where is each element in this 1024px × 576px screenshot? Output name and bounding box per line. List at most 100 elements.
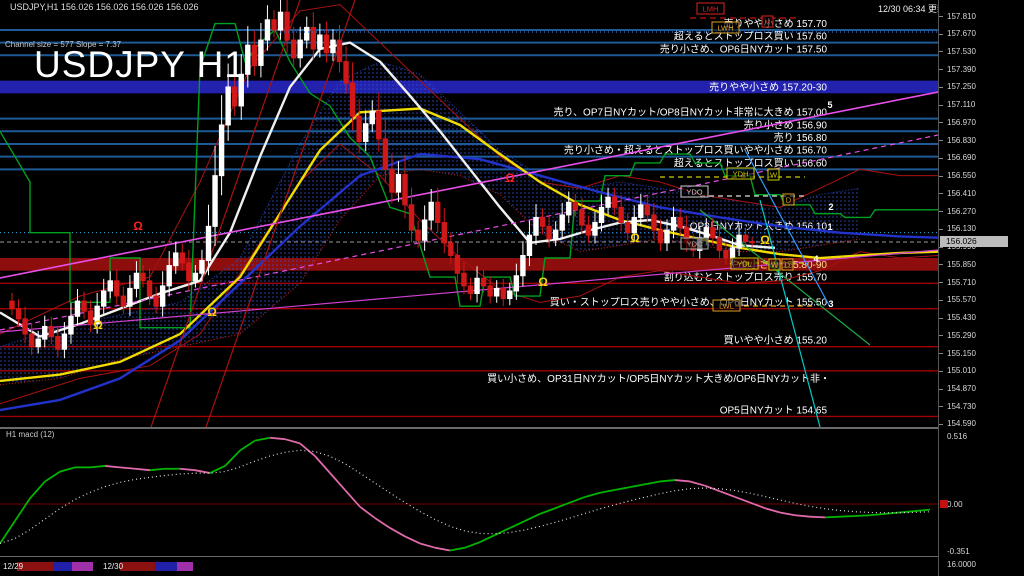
macd-line-segment (660, 480, 675, 481)
macd-line-segment (540, 508, 555, 514)
macd-line-segment (630, 484, 645, 487)
session-segment (177, 562, 193, 571)
macd-line-segment (285, 439, 300, 443)
indicator-scale-bottom: -0.351 (947, 547, 970, 556)
price-label: 155.290 (947, 331, 976, 340)
indicator-scale-top: 0.516 (947, 432, 967, 441)
macd-line-segment (840, 516, 855, 517)
macd-line-segment (780, 512, 795, 515)
macd-line-segment (870, 514, 885, 515)
axis-tick (939, 335, 943, 336)
date-label: 12/29 (3, 562, 23, 571)
price-label: 156.970 (947, 118, 976, 127)
price-label: 154.730 (947, 402, 976, 411)
svg-text:売り、OP7日NYカット/OP8日NYカット非常に大きめ 1: 売り、OP7日NYカット/OP8日NYカット非常に大きめ 157.00 (553, 106, 827, 119)
svg-text:YDC: YDC (687, 240, 703, 249)
axis-tick (939, 158, 943, 159)
macd-line-segment (300, 443, 315, 456)
svg-text:売り小さめ・超えるとストップロス買いやや小さめ 156.70: 売り小さめ・超えるとストップロス買いやや小さめ 156.70 (564, 144, 828, 157)
svg-text:YDH: YDH (733, 170, 749, 179)
macd-line-segment (465, 542, 480, 548)
svg-text:LMH: LMH (703, 5, 719, 14)
trading-chart-window: 売りやや小さめ 157.70超えるとストップロス買い 157.60売り小さめ、O… (0, 0, 1024, 576)
macd-line-segment (600, 490, 615, 493)
axis-tick (939, 51, 943, 52)
indicator-zero-label: 0.00 (947, 500, 963, 509)
svg-text:YDL: YDL (737, 260, 752, 269)
axis-tick (939, 16, 943, 17)
axis-tick (939, 176, 943, 177)
svg-text:5: 5 (827, 100, 832, 110)
svg-text:OP5日NYカット 154.65: OP5日NYカット 154.65 (720, 404, 828, 416)
macd-indicator-panel[interactable] (0, 428, 938, 556)
svg-text:Ω: Ω (93, 318, 103, 332)
svg-text:1: 1 (827, 222, 832, 232)
price-axis[interactable]: 157.810157.670157.530157.390157.250157.1… (938, 0, 1024, 576)
panel-separator-top[interactable] (0, 427, 938, 429)
axis-tick (939, 69, 943, 70)
current-price-box: 156.026 (940, 236, 1008, 247)
svg-text:売り小さめ 156.90: 売り小さめ 156.90 (744, 118, 828, 131)
price-label: 157.810 (947, 12, 976, 21)
macd-line-segment (225, 450, 240, 465)
price-label: 156.130 (947, 224, 976, 233)
macd-line-segment (435, 548, 450, 551)
axis-tick (939, 300, 943, 301)
axis-corner-value: 16.0000 (947, 560, 976, 569)
macd-line-segment (615, 487, 630, 490)
macd-line-segment (675, 480, 690, 481)
macd-line-segment (270, 438, 285, 439)
price-label: 157.110 (947, 100, 975, 109)
axis-tick (939, 406, 943, 407)
price-label: 157.250 (947, 82, 976, 91)
price-label: 156.270 (947, 207, 976, 216)
price-label: 156.690 (947, 153, 976, 162)
session-segment (72, 562, 93, 571)
macd-line-segment (105, 466, 120, 467)
macd-line-segment (0, 521, 15, 544)
svg-text:買いやや小さめ 155.20: 買いやや小さめ 155.20 (724, 335, 828, 347)
macd-line-segment (15, 498, 30, 521)
axis-tick (939, 389, 943, 390)
macd-line-segment (330, 473, 345, 490)
price-label: 154.590 (947, 419, 976, 428)
macd-line-segment (210, 466, 225, 473)
svg-text:YDO: YDO (686, 188, 702, 197)
macd-line-segment (495, 528, 510, 535)
macd-line-segment (30, 481, 45, 498)
main-price-chart[interactable]: 売りやや小さめ 157.70超えるとストップロス買い 157.60売り小さめ、O… (0, 0, 938, 427)
session-segment (120, 562, 155, 571)
svg-text:Ω: Ω (505, 171, 515, 185)
macd-line-segment (510, 521, 525, 528)
macd-line-segment (390, 528, 405, 536)
macd-line-segment (360, 507, 375, 518)
price-label: 157.670 (947, 29, 976, 38)
macd-line-segment (570, 497, 585, 503)
macd-line-segment (750, 503, 765, 509)
date-label: 12/30 (103, 562, 123, 571)
axis-tick (939, 424, 943, 425)
time-axis-session-bar[interactable]: 12/29 12/30 (0, 558, 938, 576)
axis-tick (939, 87, 943, 88)
svg-text:4: 4 (813, 254, 818, 264)
svg-text:LWH: LWH (717, 24, 733, 33)
panel-separator-bottom[interactable] (0, 556, 938, 557)
axis-tick (939, 122, 943, 123)
macd-line-segment (255, 438, 270, 441)
svg-text:買い小さめ、OP31日NYカット/OP5日NYカット大きめ/: 買い小さめ、OP31日NYカット/OP5日NYカット大きめ/OP6日NYカット非… (487, 372, 830, 385)
macd-line-segment (855, 515, 870, 516)
macd-line-segment (135, 469, 150, 470)
axis-tick (939, 282, 943, 283)
svg-text:Ω: Ω (538, 275, 548, 289)
price-label: 157.390 (947, 65, 976, 74)
svg-text:D: D (785, 261, 791, 270)
price-label: 155.570 (947, 295, 976, 304)
svg-text:M: M (764, 18, 770, 27)
svg-text:売りやや小さめ 157.20-30: 売りやや小さめ 157.20-30 (709, 80, 827, 93)
price-label: 155.850 (947, 260, 976, 269)
price-label: 155.150 (947, 349, 976, 358)
macd-line-segment (690, 481, 705, 485)
macd-line-segment (765, 508, 780, 512)
macd-line-segment (720, 491, 735, 497)
macd-line-segment (405, 536, 420, 543)
